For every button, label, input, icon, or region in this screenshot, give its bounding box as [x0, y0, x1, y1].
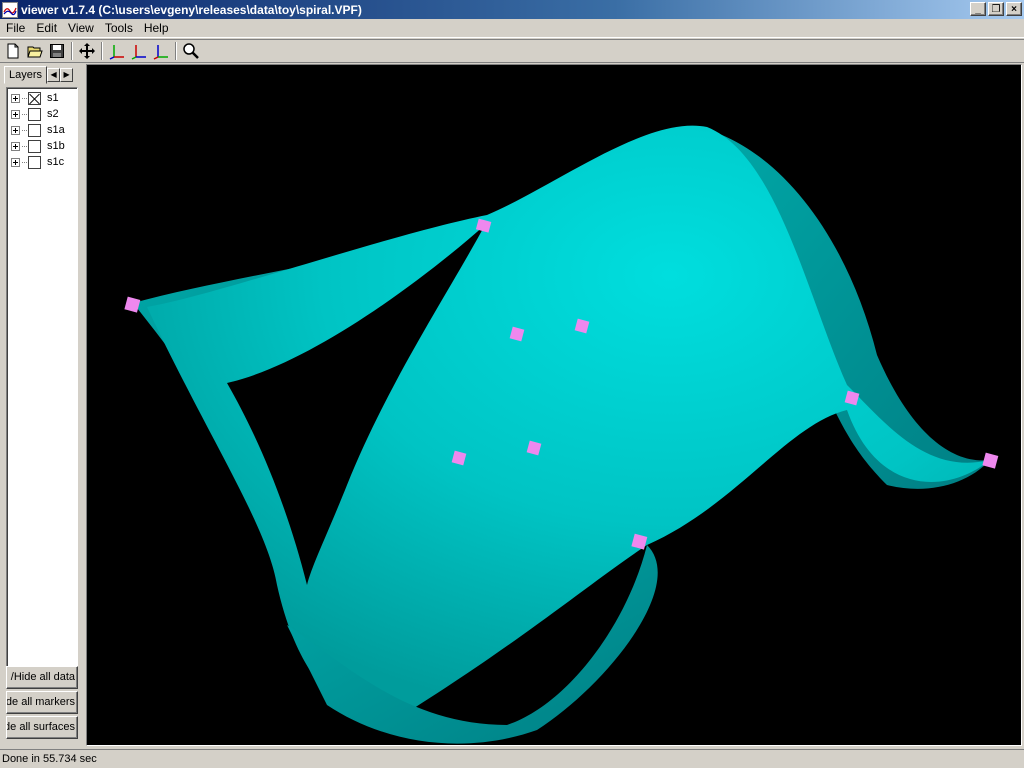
open-folder-icon — [27, 46, 43, 58]
arrow-left-icon: ◀ — [50, 70, 57, 79]
menu-view[interactable]: View — [64, 21, 98, 35]
toolbar — [0, 39, 1024, 63]
toolbar-separator — [101, 42, 103, 60]
hide-all-data-button[interactable]: /Hide all data — [6, 666, 78, 689]
layer-label: s1b — [47, 140, 65, 152]
control-point-marker[interactable] — [982, 452, 999, 469]
layer-label: s1a — [47, 124, 65, 136]
arrow-right-icon: ▶ — [63, 70, 70, 79]
menu-tools[interactable]: Tools — [101, 21, 137, 35]
layer-checkbox[interactable] — [28, 91, 41, 105]
tree-item-s2[interactable]: s2 — [11, 106, 59, 122]
expand-icon[interactable] — [11, 109, 20, 119]
tree-item-s1b[interactable]: s1b — [11, 138, 65, 154]
button-label: w/Hide all surfaces — [7, 721, 75, 733]
expand-icon[interactable] — [11, 93, 20, 103]
expand-icon[interactable] — [11, 125, 20, 135]
new-button[interactable] — [2, 41, 24, 61]
tab-layers[interactable]: Layers — [4, 66, 48, 84]
menu-bar: File Edit View Tools Help — [0, 19, 1024, 38]
tree-item-s1c[interactable]: s1c — [11, 154, 64, 170]
button-label: /Hide all data — [10, 671, 75, 683]
view-xz-button[interactable] — [128, 41, 150, 61]
menu-edit[interactable]: Edit — [32, 21, 61, 35]
move-arrows-icon — [79, 43, 95, 59]
app-icon[interactable] — [2, 1, 18, 18]
status-bar: Done in 55.734 sec — [0, 749, 1024, 768]
layer-checkbox[interactable] — [28, 107, 41, 121]
layer-label: s1c — [47, 156, 65, 168]
zoom-button[interactable] — [180, 41, 202, 61]
close-button[interactable]: × — [1006, 2, 1022, 16]
axes-yz-icon — [153, 45, 168, 60]
view-xy-button[interactable] — [106, 41, 128, 61]
axes-xz-icon — [131, 45, 146, 60]
save-button[interactable] — [46, 41, 68, 61]
layer-label: s1 — [47, 92, 59, 104]
open-button[interactable] — [24, 41, 46, 61]
new-file-icon — [7, 43, 19, 59]
minimize-button[interactable]: _ — [970, 2, 986, 16]
axes-xy-icon — [109, 45, 124, 60]
toolbar-separator — [71, 42, 73, 60]
status-text: Done in 55.734 sec — [2, 753, 97, 765]
expand-icon[interactable] — [11, 157, 20, 167]
view-yz-button[interactable] — [150, 41, 172, 61]
tree-item-s1[interactable]: s1 — [11, 90, 59, 106]
restore-button[interactable]: ❐ — [988, 2, 1004, 16]
layers-tree[interactable]: s1 s2 s1a s1b s1c — [6, 87, 78, 687]
button-label: w/Hide all markers — [6, 696, 75, 708]
layer-checkbox[interactable] — [28, 123, 41, 137]
title-bar[interactable]: viewer v1.7.4 (C:\users\evgeny\releases\… — [0, 0, 1024, 19]
expand-icon[interactable] — [11, 141, 20, 151]
minimize-icon: _ — [975, 3, 981, 15]
move-button[interactable] — [76, 41, 98, 61]
menu-file[interactable]: File — [2, 21, 29, 35]
tab-scroll-left-button[interactable]: ◀ — [47, 68, 61, 82]
control-point-marker[interactable] — [124, 296, 141, 313]
zoom-icon — [183, 43, 199, 59]
toolbar-separator — [175, 42, 177, 60]
hide-all-markers-button[interactable]: w/Hide all markers — [6, 691, 78, 714]
window-title: viewer v1.7.4 (C:\users\evgeny\releases\… — [21, 2, 362, 17]
menu-help[interactable]: Help — [140, 21, 173, 35]
layer-label: s2 — [47, 108, 59, 120]
3d-viewport[interactable] — [86, 64, 1022, 746]
restore-icon: ❐ — [991, 3, 1001, 15]
layers-panel: Layers ◀ ▶ s1 s2 s1a s1b s1c /Hide all d… — [2, 64, 82, 744]
surface-render — [124, 125, 999, 744]
tree-item-s1a[interactable]: s1a — [11, 122, 65, 138]
save-disk-icon — [50, 44, 64, 58]
hide-all-surfaces-button[interactable]: w/Hide all surfaces — [6, 716, 78, 739]
layer-checkbox[interactable] — [28, 139, 41, 153]
layer-checkbox[interactable] — [28, 155, 41, 169]
close-icon: × — [1011, 3, 1017, 15]
tab-scroll-right-button[interactable]: ▶ — [60, 68, 74, 82]
